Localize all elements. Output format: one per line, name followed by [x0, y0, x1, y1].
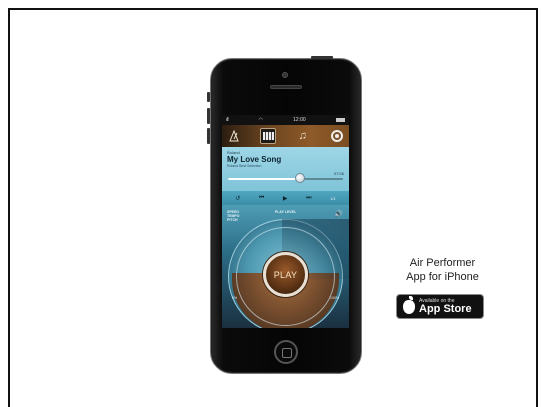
volume-icon[interactable]: 🔊 — [334, 210, 343, 218]
mute-switch — [207, 92, 210, 102]
progress-knob[interactable] — [295, 173, 306, 183]
volume-up-button — [207, 108, 210, 124]
music-note-icon[interactable]: ♫ — [295, 128, 311, 144]
dial-max-label: 100% — [330, 296, 339, 300]
song-title: My Love Song — [227, 155, 282, 164]
metronome-icon[interactable] — [226, 128, 242, 144]
play-icon[interactable]: ▶ — [283, 195, 288, 202]
signal-icon: ıll — [226, 117, 229, 123]
volume-down-button — [207, 128, 210, 144]
battery-icon — [336, 118, 345, 122]
status-time: 12:00 — [293, 117, 306, 123]
phone-screen: ıll ◠ 12:00 ♫ Roland My Love Song Roland… — [222, 115, 349, 328]
caption-title: Air Performer — [409, 257, 476, 269]
play-level-label: PLAY LEVEL — [274, 210, 297, 214]
power-button — [311, 56, 333, 59]
repeat-icon[interactable]: ↺ — [235, 195, 240, 202]
play-button[interactable]: PLAY — [263, 252, 308, 297]
status-bar: ıll ◠ 12:00 — [222, 115, 349, 125]
song-duration: 07:06 — [333, 171, 344, 176]
dial-min-label: 0% — [232, 296, 238, 300]
previous-track-icon[interactable]: ⏮ — [259, 195, 264, 202]
play-dial-panel: SPEED TEMPO PITCH PLAY LEVEL 🔊 PLAY 0% 1… — [222, 205, 349, 328]
caption-subtitle: App for iPhone — [406, 271, 479, 283]
earpiece — [270, 85, 302, 89]
app-toolbar: ♫ — [222, 125, 349, 147]
wifi-icon: ◠ — [258, 117, 263, 123]
apple-logo-icon — [403, 295, 415, 314]
next-track-icon[interactable]: ⏭ — [306, 195, 311, 202]
app-caption: Air Performer App for iPhone — [390, 256, 495, 284]
settings-icon[interactable] — [329, 128, 345, 144]
song-progress-bar[interactable] — [228, 173, 343, 183]
track-count: 1/1 — [330, 195, 336, 201]
song-album: Roland Best Selection — [227, 164, 262, 168]
home-button[interactable] — [274, 340, 298, 364]
badge-big-text: App Store — [419, 302, 472, 315]
song-info-panel: Roland My Love Song Roland Best Selectio… — [222, 147, 349, 191]
front-camera — [282, 72, 288, 78]
transport-controls: ↺ ⏮ ▶ ⏭ 1/1 — [222, 191, 349, 205]
keyboard-icon[interactable] — [260, 128, 277, 144]
app-store-badge[interactable]: Available on the App Store — [396, 294, 484, 319]
progress-fill — [228, 178, 301, 180]
